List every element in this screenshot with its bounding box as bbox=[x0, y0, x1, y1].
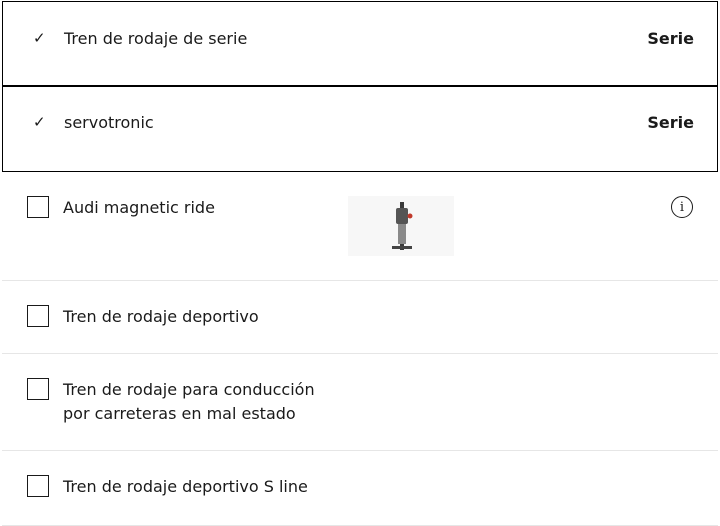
option-checkbox[interactable] bbox=[27, 378, 49, 400]
option-row-servotronic[interactable]: ✓ servotronic Serie bbox=[2, 86, 718, 172]
option-checkbox[interactable] bbox=[27, 475, 49, 497]
option-checkbox[interactable] bbox=[27, 305, 49, 327]
shock-absorber-thumbnail bbox=[348, 196, 454, 256]
info-icon[interactable]: i bbox=[671, 196, 693, 218]
equipment-option-list: ✓ Tren de rodaje de serie Serie ✓ servot… bbox=[0, 0, 720, 526]
option-label-line2: por carreteras en mal estado bbox=[63, 404, 296, 423]
option-checkbox[interactable] bbox=[27, 196, 49, 218]
standard-badge: Serie bbox=[647, 113, 694, 132]
option-label: servotronic bbox=[64, 113, 154, 132]
option-label: Tren de rodaje de serie bbox=[64, 29, 248, 48]
option-label: Tren de rodaje deportivo bbox=[63, 307, 259, 326]
option-row-audi-magnetic-ride[interactable]: Audi magnetic ride i bbox=[2, 172, 718, 281]
option-row-s-line-sport-suspension[interactable]: Tren de rodaje deportivo S line bbox=[2, 451, 718, 526]
option-row-sport-suspension[interactable]: Tren de rodaje deportivo bbox=[2, 281, 718, 354]
option-row-rough-road-suspension[interactable]: Tren de rodaje para conducción por carre… bbox=[2, 354, 718, 451]
option-row-standard-suspension[interactable]: ✓ Tren de rodaje de serie Serie bbox=[2, 1, 718, 86]
option-label: Audi magnetic ride bbox=[63, 198, 215, 217]
check-icon: ✓ bbox=[33, 113, 46, 131]
check-icon: ✓ bbox=[33, 29, 46, 47]
standard-badge: Serie bbox=[647, 29, 694, 48]
option-label-line1: Tren de rodaje para conducción bbox=[63, 380, 315, 399]
option-label: Tren de rodaje deportivo S line bbox=[63, 477, 308, 496]
